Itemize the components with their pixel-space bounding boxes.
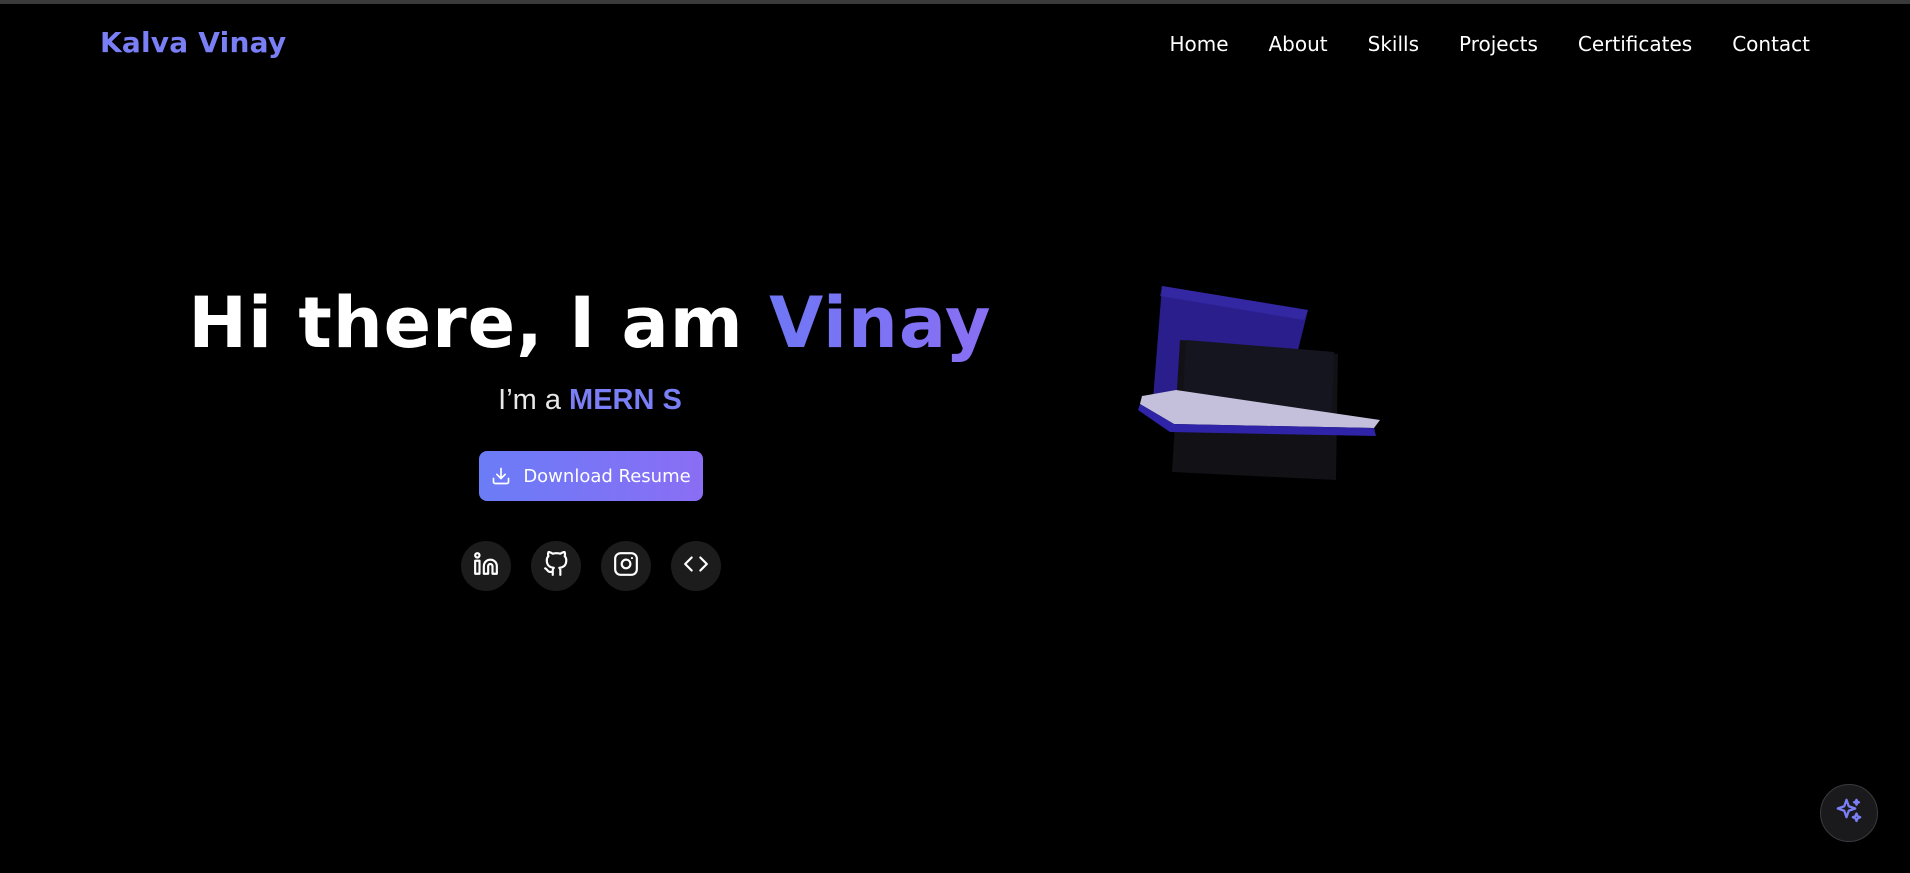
download-resume-button[interactable]: Download Resume	[479, 451, 703, 501]
laptop-3d-model[interactable]	[1130, 280, 1390, 480]
typed-role-text: MERN S	[569, 384, 682, 416]
nav-link-skills[interactable]: Skills	[1368, 32, 1419, 56]
hero-sub-prefix: I’m a	[498, 384, 570, 416]
social-links	[461, 541, 721, 591]
nav-link-certificates[interactable]: Certificates	[1578, 32, 1692, 56]
code-profile-button[interactable]	[671, 541, 721, 591]
instagram-icon	[613, 551, 639, 581]
github-icon	[543, 550, 569, 581]
download-icon	[491, 466, 511, 486]
hero-heading: Hi there, I am Vinay	[0, 282, 1180, 364]
hero-name: Vinay	[769, 282, 992, 364]
code-icon	[683, 551, 709, 581]
nav-link-about[interactable]: About	[1269, 32, 1328, 56]
hero-subtitle: I’m a MERN S	[0, 384, 1180, 417]
nav-link-projects[interactable]: Projects	[1459, 32, 1538, 56]
linkedin-icon	[473, 551, 499, 581]
download-resume-label: Download Resume	[523, 465, 691, 487]
nav-links: Home About Skills Projects Certificates …	[1169, 32, 1810, 56]
github-button[interactable]	[531, 541, 581, 591]
instagram-button[interactable]	[601, 541, 651, 591]
nav-link-contact[interactable]: Contact	[1732, 32, 1810, 56]
ai-assistant-button[interactable]	[1820, 784, 1878, 842]
hero-greeting: Hi there, I am	[188, 282, 770, 364]
hero-section: Hi there, I am Vinay I’m a MERN S Downlo…	[0, 0, 1180, 873]
sparkles-icon	[1834, 796, 1864, 830]
linkedin-button[interactable]	[461, 541, 511, 591]
